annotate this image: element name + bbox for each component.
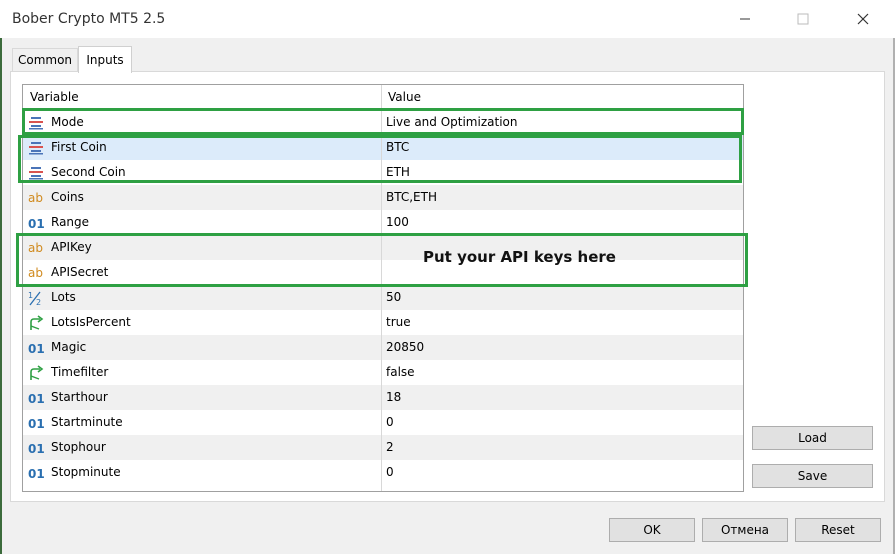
variable-name: Starthour [51,390,108,404]
variable-name: Lots [51,290,76,304]
title-bar: Bober Crypto MT5 2.5 [0,0,895,38]
table-row[interactable]: 01 Stophour 2 [23,435,743,461]
variable-value[interactable]: 100 [386,215,409,229]
variable-value[interactable]: 50 [386,290,401,304]
variable-name: Coins [51,190,84,204]
tab-common[interactable]: Common [12,48,78,71]
header-value[interactable]: Value [388,90,421,104]
reset-button[interactable]: Reset [795,518,881,542]
table-row[interactable]: 01 Starthour 18 [23,385,743,411]
svg-text:01: 01 [28,467,44,481]
svg-text:01: 01 [28,217,44,231]
variable-value[interactable]: BTC,ETH [386,190,437,204]
highlight-mode [22,108,744,135]
table-row[interactable]: LotsIsPercent true [23,310,743,336]
variable-name: Stopminute [51,465,121,479]
table-row[interactable]: 01 Stopminute 0 [23,460,743,486]
minimize-icon [740,18,750,20]
table-row[interactable]: 01 Magic 20850 [23,335,743,361]
variable-value[interactable]: 2 [386,440,394,454]
grid-header: Variable Value [23,85,743,110]
load-button[interactable]: Load [752,426,873,450]
variable-value[interactable]: 0 [386,415,394,429]
maximize-icon [797,13,809,25]
svg-text:01: 01 [28,392,44,406]
window-title: Bober Crypto MT5 2.5 [12,11,166,27]
variable-name: Timefilter [51,365,109,379]
variable-name: Stophour [51,440,106,454]
cancel-button[interactable]: Отмена [702,518,788,542]
ok-button[interactable]: OK [609,518,695,542]
minimize-button[interactable] [722,0,768,38]
highlight-api-keys [16,233,748,287]
svg-text:01: 01 [28,342,44,356]
variable-value[interactable]: 18 [386,390,401,404]
svg-text:1: 1 [28,291,33,300]
variable-value[interactable]: 0 [386,465,394,479]
save-button[interactable]: Save [752,464,873,488]
header-variable[interactable]: Variable [30,90,79,104]
variable-name: Range [51,215,90,229]
table-row[interactable]: ab Coins BTC,ETH [23,185,743,211]
svg-text:ab: ab [28,191,43,205]
variable-value[interactable]: true [386,315,411,329]
close-icon [857,13,869,25]
table-row[interactable]: 1 2 Lots 50 [23,285,743,311]
variable-value[interactable]: 20850 [386,340,424,354]
variable-name: Startminute [51,415,123,429]
svg-text:01: 01 [28,417,44,431]
window-edge [0,38,2,554]
variable-name: Magic [51,340,87,354]
maximize-button[interactable] [780,0,826,38]
svg-text:2: 2 [36,298,41,306]
tab-inputs[interactable]: Inputs [78,46,132,73]
table-row[interactable]: Timefilter false [23,360,743,386]
table-row[interactable]: 01 Startminute 0 [23,410,743,436]
variable-name: LotsIsPercent [51,315,131,329]
api-keys-note: Put your API keys here [423,248,616,266]
variable-value[interactable]: false [386,365,415,379]
highlight-coins [18,135,742,183]
svg-text:01: 01 [28,442,44,456]
close-button[interactable] [840,0,886,38]
